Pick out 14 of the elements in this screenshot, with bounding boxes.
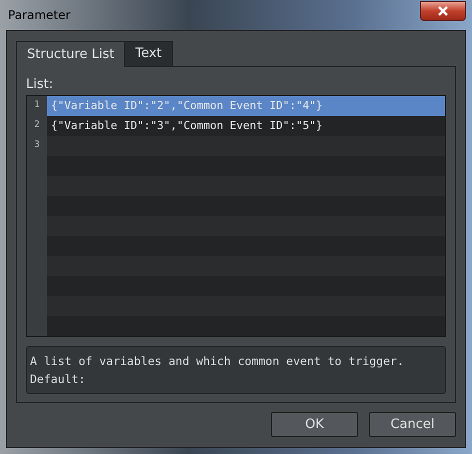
description-text: A list of variables and which common event to trigger. xyxy=(30,353,405,370)
window-title: Parameter xyxy=(8,7,70,24)
description-text: Default: xyxy=(30,371,86,388)
line-number: 2 xyxy=(27,116,47,136)
line-number: 3 xyxy=(27,136,47,156)
close-icon xyxy=(437,6,449,16)
tab[interactable]: Structure List xyxy=(16,41,126,67)
list-label: List: xyxy=(26,76,54,94)
dialog-button[interactable]: OK xyxy=(271,412,358,437)
line-number: 1 xyxy=(27,96,47,116)
close-button[interactable] xyxy=(420,0,466,20)
tab[interactable]: Text xyxy=(125,41,173,66)
gutter-cell xyxy=(27,316,47,336)
dialog-button[interactable]: Cancel xyxy=(369,412,456,437)
